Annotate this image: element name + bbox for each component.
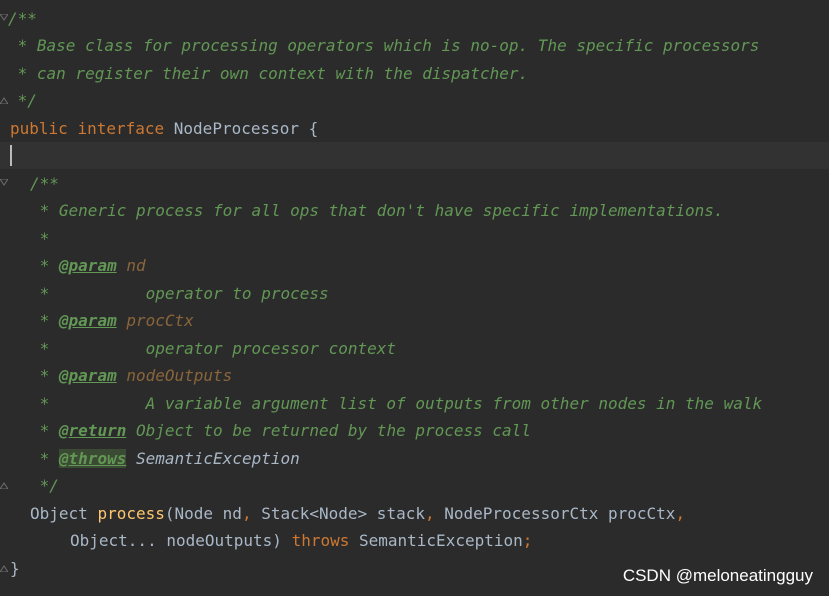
code-line-10: * @param nd bbox=[0, 252, 829, 279]
code-line-8: * Generic process for all ops that don't… bbox=[0, 197, 829, 224]
javadoc-tag-throws: @throws bbox=[58, 449, 127, 468]
doc-comment-text: /** bbox=[30, 174, 59, 193]
code-line-12: * @param procCtx bbox=[0, 307, 829, 334]
doc-star: * bbox=[30, 311, 59, 330]
doc-comment-text: * bbox=[30, 229, 50, 248]
param-line: * @param nd bbox=[30, 252, 146, 279]
code-line-11: * operator to process bbox=[0, 280, 829, 307]
code-line-6-current[interactable] bbox=[0, 142, 829, 169]
param-name: nd bbox=[126, 256, 146, 275]
comma: , bbox=[424, 504, 435, 523]
code-line-16: * @return Object to be returned by the p… bbox=[0, 417, 829, 444]
code-editor[interactable]: /** * Base class for processing operator… bbox=[0, 0, 829, 596]
code-line-4: */ bbox=[0, 87, 829, 114]
code-line-1: /** bbox=[0, 5, 829, 32]
fold-arrow-icon[interactable] bbox=[0, 179, 8, 187]
doc-comment-text: */ bbox=[8, 91, 37, 110]
param-name: procCtx bbox=[126, 311, 194, 330]
param-procctx: NodeProcessorCtx procCtx bbox=[434, 504, 676, 523]
doc-comment-text: * Generic process for all ops that don't… bbox=[30, 201, 724, 220]
doc-comment-text: * operator to process bbox=[30, 284, 329, 303]
code-line-18: */ bbox=[0, 472, 829, 499]
code-line-14: * @param nodeOutputs bbox=[0, 362, 829, 389]
method-signature-cont: Object... nodeOutputs) throws SemanticEx… bbox=[70, 527, 532, 554]
param-nd: (Node nd bbox=[164, 504, 242, 523]
watermark: CSDN @meloneatingguy bbox=[622, 566, 813, 585]
param-name: nodeOutputs bbox=[126, 366, 233, 385]
throws-exception: SemanticException bbox=[349, 531, 523, 550]
code-line-15: * A variable argument list of outputs fr… bbox=[0, 390, 829, 417]
param-line: * @param nodeOutputs bbox=[30, 362, 233, 389]
method-signature: Object process(Node nd, Stack<Node> stac… bbox=[30, 500, 685, 527]
code-line-17: * @throws SemanticException bbox=[0, 445, 829, 472]
return-type: Object bbox=[30, 504, 98, 523]
fold-end-icon[interactable] bbox=[0, 564, 8, 572]
javadoc-tag-return: @return bbox=[58, 421, 127, 440]
code-line-2: * Base class for processing operators wh… bbox=[0, 32, 829, 59]
fold-end-icon[interactable] bbox=[0, 96, 8, 104]
code-line-20: Object... nodeOutputs) throws SemanticEx… bbox=[0, 527, 829, 554]
semicolon: ; bbox=[522, 531, 533, 550]
keyword-interface: interface bbox=[77, 119, 165, 138]
doc-star: * bbox=[30, 449, 59, 468]
doc-star: * bbox=[30, 366, 59, 385]
close-brace: } bbox=[10, 559, 20, 578]
fold-end-icon[interactable] bbox=[0, 481, 8, 489]
doc-star: * bbox=[30, 421, 59, 440]
return-description: Object to be returned by the process cal… bbox=[135, 421, 531, 440]
doc-comment-text: * can register their own context with th… bbox=[8, 64, 529, 83]
code-line-19: Object process(Node nd, Stack<Node> stac… bbox=[0, 500, 829, 527]
param-line: * @param procCtx bbox=[30, 307, 194, 334]
code-line-5: public interface NodeProcessor { bbox=[0, 115, 829, 142]
doc-comment-text: * A variable argument list of outputs fr… bbox=[30, 394, 763, 413]
doc-comment-text: /** bbox=[8, 9, 37, 28]
exception-name: SemanticException bbox=[135, 449, 300, 468]
open-brace: { bbox=[308, 119, 319, 138]
interface-declaration: public interface NodeProcessor { bbox=[10, 115, 318, 142]
comma: , bbox=[675, 504, 686, 523]
param-nodeoutputs: Object... nodeOutputs) bbox=[70, 531, 292, 550]
fold-arrow-icon[interactable] bbox=[0, 14, 8, 22]
return-line: * @return Object to be returned by the p… bbox=[30, 417, 531, 444]
doc-comment-text: * Base class for processing operators wh… bbox=[8, 36, 760, 55]
param-stack: Stack<Node> stack bbox=[251, 504, 425, 523]
doc-star: * bbox=[30, 256, 59, 275]
code-line-9: * bbox=[0, 225, 829, 252]
doc-comment-text: */ bbox=[30, 476, 59, 495]
doc-comment-text: * operator processor context bbox=[30, 339, 397, 358]
throws-line: * @throws SemanticException bbox=[30, 445, 300, 472]
comma: , bbox=[241, 504, 252, 523]
code-line-3: * can register their own context with th… bbox=[0, 60, 829, 87]
text-caret bbox=[10, 145, 12, 166]
method-name: process bbox=[97, 504, 165, 523]
interface-name: NodeProcessor bbox=[173, 119, 300, 138]
code-line-13: * operator processor context bbox=[0, 335, 829, 362]
code-line-7: /** bbox=[0, 170, 829, 197]
keyword-public: public bbox=[10, 119, 68, 138]
javadoc-tag-param: @param bbox=[58, 366, 117, 385]
javadoc-tag-param: @param bbox=[58, 256, 117, 275]
keyword-throws: throws bbox=[291, 531, 350, 550]
javadoc-tag-param: @param bbox=[58, 311, 117, 330]
